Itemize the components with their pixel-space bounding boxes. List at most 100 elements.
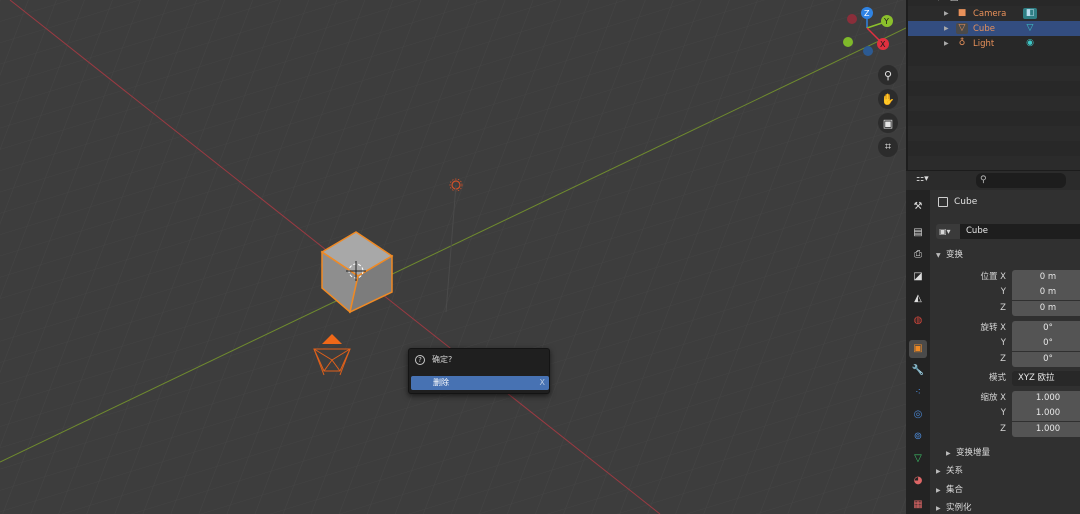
properties-search-input[interactable]: ⚲ [976, 173, 1066, 188]
scale-y-field[interactable]: 1.000 [1012, 406, 1080, 421]
outliner-empty-row [908, 66, 1080, 81]
tool-tab-icon[interactable]: ⚒ [909, 198, 927, 216]
delta-transform-label: 变换增量 [956, 448, 991, 458]
scale-y-row: Y 1.000 [930, 406, 1080, 421]
delete-label: 删除 [433, 378, 449, 387]
camera-data-icon[interactable]: ◧ [1023, 8, 1037, 19]
rotation-mode-select[interactable]: XYZ 欧拉 [1012, 371, 1080, 386]
scale-x-field[interactable]: 1.000 [1012, 391, 1080, 406]
object-name-field[interactable]: ▣▾ Cube [936, 224, 1080, 239]
location-z-field[interactable]: 0 m [1012, 301, 1080, 316]
location-y-row: Y 0 m [930, 285, 1080, 300]
confirm-delete-popup: ? 确定? 删除 X [408, 348, 550, 394]
location-y-label: Y [1000, 287, 1006, 297]
delta-transform-panel-header[interactable]: ▶ 变换增量 [930, 444, 1080, 462]
gizmo-neg-y [843, 37, 853, 47]
object-properties: Cube ▣▾ Cube ▼ 变换 位置 X 0 m Y 0 m Z 0 m 旋转… [930, 190, 1080, 514]
constraints-tab-icon[interactable]: ⊚ [909, 428, 927, 446]
material-tab-icon[interactable]: ◕ [909, 472, 927, 490]
delete-menu-item[interactable]: 删除 X [411, 376, 549, 390]
rotation-z-row: Z 0° [930, 352, 1080, 367]
panel-collapsed-icon: ▶ [936, 505, 941, 512]
scale-z-field[interactable]: 1.000 [1012, 422, 1080, 437]
view-layer-tab-icon[interactable]: ◪ [909, 268, 927, 286]
panel-collapsed-icon: ▶ [936, 468, 941, 475]
pan-hand-icon[interactable]: ✋ [878, 89, 898, 109]
world-tab-icon[interactable]: ◍ [909, 312, 927, 330]
expand-arrow-icon[interactable]: ▶ [944, 40, 952, 47]
outliner[interactable]: ▼ ▤ ▶ ■ Camera ◧ ▶ ▽ Cube ▽ ▶ ♁ Light ◉ [906, 0, 1080, 170]
gizmo-neg-x [847, 14, 857, 24]
light-icon: ♁ [958, 38, 966, 48]
expand-arrow-icon[interactable]: ▶ [944, 10, 952, 17]
instancing-panel-header[interactable]: ▶ 实例化 [930, 499, 1080, 514]
outliner-row-light[interactable]: ▶ ♁ Light ◉ [908, 36, 1080, 51]
expand-arrow-icon[interactable]: ▶ [944, 25, 952, 32]
object-browse-dropdown[interactable]: ▣▾ [936, 224, 960, 239]
mode-label: 模式 [988, 373, 1006, 383]
properties-tabs: ⚒ ▤ ⎙ ◪ ◭ ◍ ▣ 🔧 ⁖ ◎ ⊚ ▽ ◕ ▦ [906, 190, 930, 514]
rotation-y-row: Y 0° [930, 336, 1080, 351]
right-editors: ▼ ▤ ▶ ■ Camera ◧ ▶ ▽ Cube ▽ ▶ ♁ Light ◉ … [906, 0, 1080, 514]
object-name-input[interactable]: Cube [960, 224, 1080, 239]
question-icon: ? [415, 354, 425, 365]
popup-title: ? 确定? [415, 354, 452, 365]
outliner-item-name[interactable]: Camera [973, 9, 1023, 19]
camera-view-icon[interactable]: ▣ [878, 113, 898, 133]
relations-panel-header[interactable]: ▶ 关系 [930, 462, 1080, 480]
texture-tab-icon[interactable]: ▦ [909, 496, 927, 514]
modifier-tab-icon[interactable]: 🔧 [909, 362, 927, 380]
3d-viewport[interactable]: Z Y X ⚲ ✋ ▣ ⌗ ? 确定? 删除 X [0, 0, 906, 514]
collection-icon: ▤ [948, 0, 960, 4]
scale-label: 缩放 X [980, 393, 1006, 403]
scale-z-row: Z 1.000 [930, 422, 1080, 437]
search-icon: ⚲ [980, 175, 987, 185]
gizmo-z-label: Z [864, 9, 870, 18]
collections-label: 集合 [946, 485, 964, 495]
scale-z-label: Z [1000, 424, 1006, 434]
mesh-data-tab-icon[interactable]: ▽ [909, 450, 927, 468]
rotation-x-field[interactable]: 0° [1012, 321, 1080, 336]
collections-panel-header[interactable]: ▶ 集合 [930, 481, 1080, 499]
gizmo-y-label: Y [883, 17, 889, 26]
location-y-field[interactable]: 0 m [1012, 285, 1080, 300]
object-header: Cube [938, 197, 977, 207]
output-tab-icon[interactable]: ⎙ [909, 246, 927, 264]
rotation-label: 旋转 X [980, 323, 1006, 333]
scale-y-label: Y [1000, 408, 1006, 418]
properties-header: ⚏▾ ⚲ [906, 170, 1080, 190]
mesh-cube-icon: ▽ [956, 23, 968, 34]
location-x-field[interactable]: 0 m [1012, 270, 1080, 285]
outliner-row-camera[interactable]: ▶ ■ Camera ◧ [908, 6, 1080, 21]
relations-label: 关系 [946, 466, 964, 476]
rotation-z-field[interactable]: 0° [1012, 352, 1080, 367]
perspective-grid-icon[interactable]: ⌗ [878, 137, 898, 157]
popup-title-text: 确定? [432, 355, 453, 364]
outliner-empty-row [908, 156, 1080, 170]
scale-x-row: 缩放 X 1.000 [930, 391, 1080, 406]
panel-collapsed-icon: ▶ [946, 450, 951, 457]
object-tab-icon[interactable]: ▣ [909, 340, 927, 358]
outliner-item-name[interactable]: Cube [973, 24, 1023, 34]
expand-arrow-icon[interactable]: ▼ [936, 0, 944, 2]
rotation-y-label: Y [1000, 338, 1006, 348]
particles-tab-icon[interactable]: ⁖ [909, 384, 927, 402]
rotation-z-label: Z [1000, 354, 1006, 364]
rotation-x-row: 旋转 X 0° [930, 321, 1080, 336]
camera-icon: ■ [957, 8, 967, 18]
outliner-row-cube[interactable]: ▶ ▽ Cube ▽ [908, 21, 1080, 36]
outliner-item-name[interactable]: Light [973, 39, 1023, 49]
panel-expanded-icon: ▼ [936, 252, 941, 259]
transform-panel-header[interactable]: ▼ 变换 [930, 246, 1080, 264]
editor-type-icon[interactable]: ⚏▾ [916, 174, 938, 188]
scene-tab-icon[interactable]: ◭ [909, 290, 927, 308]
physics-tab-icon[interactable]: ◎ [909, 406, 927, 424]
mesh-data-icon[interactable]: ▽ [1023, 23, 1037, 34]
transform-label: 变换 [946, 250, 964, 260]
render-tab-icon[interactable]: ▤ [909, 224, 927, 242]
outliner-empty-row [908, 96, 1080, 111]
gizmo-neg-z [863, 46, 873, 56]
light-data-icon[interactable]: ◉ [1023, 38, 1037, 49]
rotation-y-field[interactable]: 0° [1012, 336, 1080, 351]
zoom-icon[interactable]: ⚲ [878, 65, 898, 85]
